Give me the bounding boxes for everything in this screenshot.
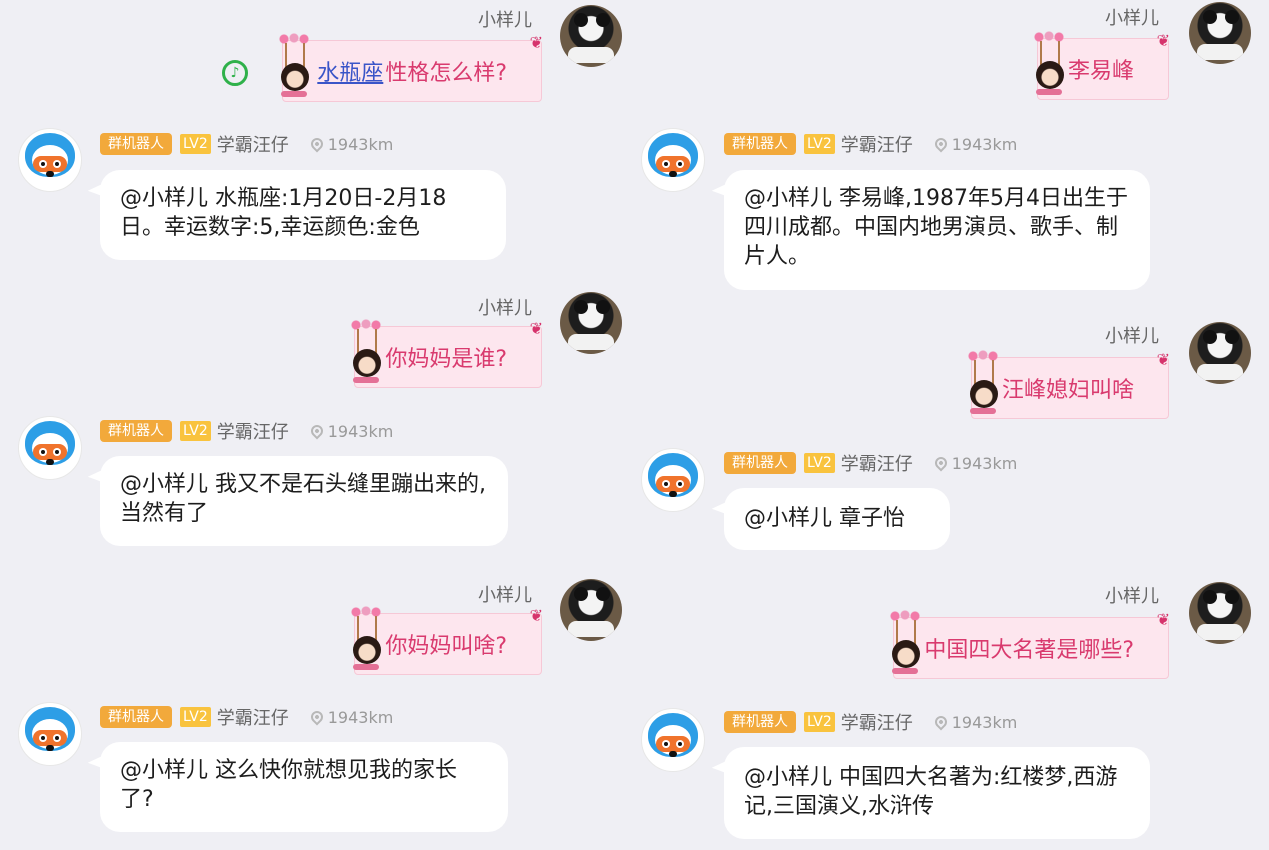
message-bubble[interactable]: ❦ 你妈妈是谁? [351, 319, 543, 388]
distance-label: 1943km [951, 712, 1018, 732]
bot-meta: 群机器人 LV2 学霸汪仔 1943km [100, 132, 393, 156]
bot-meta: 群机器人 LV2 学霸汪仔 1943km [100, 419, 393, 443]
swing-girl-decoration-icon [277, 33, 313, 107]
panda-avatar[interactable] [560, 5, 622, 67]
robot-tag: 群机器人 [100, 706, 172, 728]
robot-tag: 群机器人 [100, 420, 172, 442]
bot-meta: 群机器人 LV2 学霸汪仔 1943km [724, 451, 1017, 475]
level-badge: LV2 [804, 712, 835, 732]
dog-mascot-avatar[interactable] [641, 448, 705, 512]
dog-mascot-avatar[interactable] [18, 702, 82, 766]
message-bubble[interactable]: ❦ 汪峰媳妇叫啥 [967, 350, 1170, 419]
swing-girl-decoration-icon [888, 610, 924, 684]
swing-girl-decoration-icon [966, 350, 1002, 424]
message-text: 汪峰媳妇叫啥 [1001, 378, 1134, 403]
reply-bubble[interactable]: @小样儿 中国四大名著为:红楼梦,西游记,三国演义,水浒传 [724, 747, 1150, 839]
bot-nickname[interactable]: 学霸汪仔 [217, 418, 289, 444]
butterfly-icon: ❦ [1156, 350, 1170, 369]
self-message: 小样儿 ♪ ❦ 水瓶座 性格怎么样? [0, 0, 630, 110]
distance-label: 1943km [327, 134, 394, 154]
swing-girl-decoration-icon [349, 319, 385, 393]
bot-meta: 群机器人 LV2 学霸汪仔 1943km [724, 710, 1017, 734]
dog-mascot-avatar[interactable] [641, 128, 705, 192]
dog-mascot-avatar[interactable] [18, 128, 82, 192]
panda-avatar[interactable] [560, 292, 622, 354]
message-bubble[interactable]: ❦ 你妈妈叫啥? [351, 606, 543, 675]
location-pin-icon [308, 708, 326, 726]
butterfly-icon: ❦ [1156, 610, 1170, 629]
message-bubble[interactable]: ❦ 水瓶座 性格怎么样? [279, 33, 543, 102]
bot-nickname[interactable]: 学霸汪仔 [217, 704, 289, 730]
bot-meta: 群机器人 LV2 学霸汪仔 1943km [100, 705, 393, 729]
robot-tag: 群机器人 [724, 452, 796, 474]
butterfly-icon: ❦ [529, 606, 543, 625]
location-pin-icon [932, 454, 950, 472]
butterfly-icon: ❦ [529, 319, 543, 338]
sender-name: 小样儿 [1105, 8, 1159, 29]
message-bubble[interactable]: ❦ 中国四大名著是哪些? [890, 610, 1170, 679]
sender-name: 小样儿 [478, 298, 532, 319]
swing-girl-decoration-icon [349, 606, 385, 680]
message-text: 你妈妈叫啥? [385, 634, 507, 659]
level-badge: LV2 [180, 707, 211, 727]
self-message: 小样儿 ❦ 你妈妈是谁? [0, 288, 630, 398]
butterfly-icon: ❦ [1156, 31, 1170, 50]
robot-tag: 群机器人 [724, 133, 796, 155]
level-badge: LV2 [180, 134, 211, 154]
sender-name: 小样儿 [478, 10, 532, 31]
message-text: 中国四大名著是哪些? [924, 638, 1134, 663]
bot-meta: 群机器人 LV2 学霸汪仔 1943km [724, 132, 1017, 156]
dog-mascot-avatar[interactable] [18, 416, 82, 480]
bot-nickname[interactable]: 学霸汪仔 [841, 709, 913, 735]
distance-label: 1943km [951, 134, 1018, 154]
chat-column-right: 小样儿 ❦ 李易峰 群机器人 LV2 学霸汪仔 1943km @小样儿 李易峰,… [627, 0, 1257, 850]
reply-bubble[interactable]: @小样儿 水瓶座:1月20日-2月18日。幸运数字:5,幸运颜色:金色 [100, 170, 506, 260]
level-badge: LV2 [180, 421, 211, 441]
self-message: 小样儿 ❦ 中国四大名著是哪些? [627, 580, 1257, 690]
level-badge: LV2 [804, 134, 835, 154]
panda-avatar[interactable] [1189, 2, 1251, 64]
message-text: 性格怎么样? [385, 61, 507, 86]
self-message: 小样儿 ❦ 你妈妈叫啥? [0, 575, 630, 685]
bot-nickname[interactable]: 学霸汪仔 [841, 131, 913, 157]
bot-nickname[interactable]: 学霸汪仔 [217, 131, 289, 157]
self-message: 小样儿 ❦ 李易峰 [627, 0, 1257, 110]
sender-name: 小样儿 [1105, 586, 1159, 607]
robot-tag: 群机器人 [724, 711, 796, 733]
location-pin-icon [308, 135, 326, 153]
location-pin-icon [932, 713, 950, 731]
message-text: 你妈妈是谁? [385, 347, 507, 372]
keyword-link[interactable]: 水瓶座 [317, 55, 383, 87]
reply-bubble[interactable]: @小样儿 这么快你就想见我的家长了? [100, 742, 508, 832]
robot-tag: 群机器人 [100, 133, 172, 155]
location-pin-icon [308, 422, 326, 440]
dog-mascot-avatar[interactable] [641, 708, 705, 772]
sender-name: 小样儿 [478, 585, 532, 606]
message-bubble[interactable]: ❦ 李易峰 [1033, 31, 1170, 100]
self-message: 小样儿 ❦ 汪峰媳妇叫啥 [627, 320, 1257, 430]
distance-label: 1943km [327, 707, 394, 727]
message-text: 李易峰 [1067, 59, 1134, 84]
location-pin-icon [932, 135, 950, 153]
distance-label: 1943km [951, 453, 1018, 473]
distance-label: 1943km [327, 421, 394, 441]
panda-avatar[interactable] [1189, 582, 1251, 644]
panda-avatar[interactable] [560, 579, 622, 641]
bot-nickname[interactable]: 学霸汪仔 [841, 450, 913, 476]
swing-girl-decoration-icon [1032, 31, 1068, 105]
butterfly-icon: ❦ [529, 33, 543, 52]
panda-avatar[interactable] [1189, 322, 1251, 384]
reply-bubble[interactable]: @小样儿 李易峰,1987年5月4日出生于四川成都。中国内地男演员、歌手、制片人… [724, 170, 1150, 290]
sender-name: 小样儿 [1105, 326, 1159, 347]
reply-bubble[interactable]: @小样儿 我又不是石头缝里蹦出来的,当然有了 [100, 456, 508, 546]
reply-bubble[interactable]: @小样儿 章子怡 [724, 488, 950, 550]
level-badge: LV2 [804, 453, 835, 473]
music-note-icon[interactable]: ♪ [222, 60, 248, 86]
chat-column-left: 小样儿 ♪ ❦ 水瓶座 性格怎么样? 群机器人 LV2 学霸汪仔 1943km @… [0, 0, 630, 850]
